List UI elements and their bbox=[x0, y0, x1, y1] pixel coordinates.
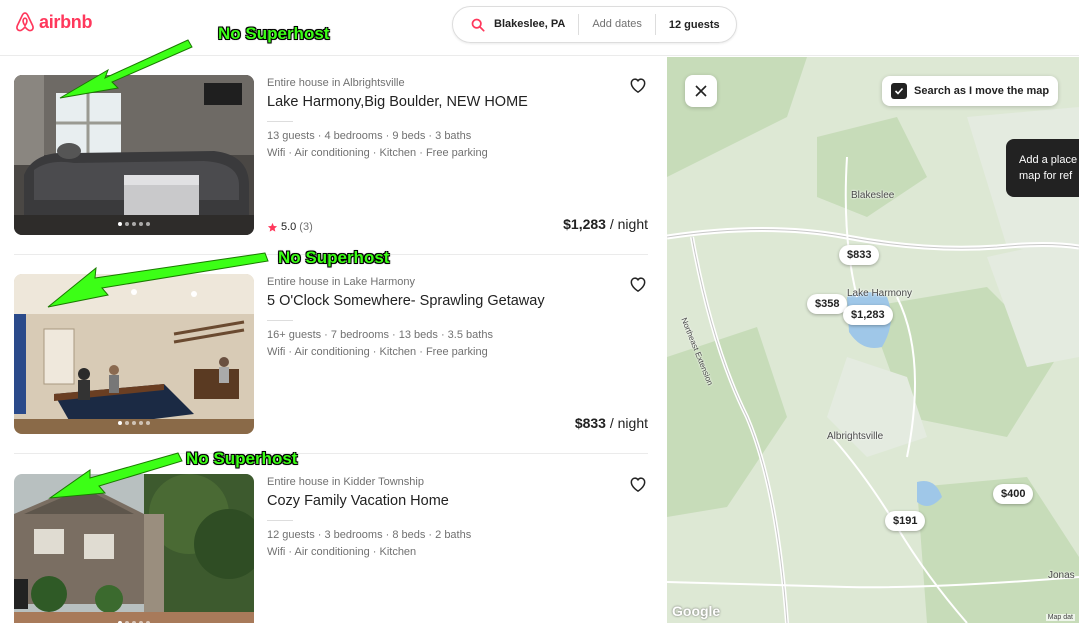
photo-carousel-dots[interactable] bbox=[14, 421, 254, 425]
tooltip-line: map for ref bbox=[1019, 170, 1073, 182]
map-place-label: Albrightsville bbox=[827, 431, 884, 442]
favorite-heart-icon[interactable] bbox=[628, 474, 648, 494]
listing-amenities: Wifi · Air conditioning · Kitchen · Free… bbox=[267, 346, 488, 358]
listing-photo[interactable] bbox=[14, 75, 254, 235]
search-as-move-toggle[interactable]: Search as I move the map bbox=[882, 76, 1059, 106]
favorite-heart-icon[interactable] bbox=[628, 75, 648, 95]
price-unit: / night bbox=[605, 415, 648, 431]
search-dates[interactable]: Add dates bbox=[579, 14, 656, 35]
review-count: (3) bbox=[299, 221, 313, 233]
listing-photo[interactable] bbox=[14, 474, 254, 623]
listings-panel: Entire house in Albrightsville Lake Harm… bbox=[0, 57, 667, 623]
listing-price: $1,283 / night bbox=[563, 216, 648, 232]
map-price-pin[interactable]: $1,283 bbox=[843, 305, 893, 325]
map-data-attribution[interactable]: Map dat bbox=[1045, 614, 1075, 621]
listing-title[interactable]: 5 O'Clock Somewhere- Sprawling Getaway bbox=[267, 293, 545, 309]
map-place-label: Blakeslee bbox=[851, 190, 895, 201]
search-icon bbox=[471, 18, 485, 32]
map-panel[interactable]: Blakeslee Lake Harmony Albrightsville Jo… bbox=[667, 57, 1079, 623]
map-tooltip: Add a place map for ref bbox=[1006, 139, 1079, 197]
divider bbox=[267, 520, 293, 521]
airbnb-logo[interactable]: airbnb bbox=[14, 10, 93, 34]
map-price-pin[interactable]: $191 bbox=[885, 511, 926, 531]
map-price-pin[interactable]: $358 bbox=[807, 294, 848, 314]
annotation-label: No Superhost bbox=[278, 248, 390, 267]
listing-card[interactable]: Entire house in Lake Harmony 5 O'Clock S… bbox=[14, 274, 648, 454]
listing-price: $833 / night bbox=[575, 415, 648, 431]
listing-title[interactable]: Cozy Family Vacation Home bbox=[267, 493, 449, 509]
map-price-pin[interactable]: $400 bbox=[993, 484, 1034, 504]
tooltip-line: Add a place bbox=[1019, 154, 1078, 166]
map-price-pin[interactable]: $833 bbox=[839, 245, 880, 265]
close-icon bbox=[695, 85, 707, 97]
close-map-button[interactable] bbox=[685, 75, 717, 107]
favorite-heart-icon[interactable] bbox=[628, 274, 648, 294]
listing-card[interactable]: Entire house in Kidder Township Cozy Fam… bbox=[14, 474, 648, 623]
divider bbox=[267, 320, 293, 321]
listing-card[interactable]: Entire house in Albrightsville Lake Harm… bbox=[14, 75, 648, 255]
search-bar[interactable]: Blakeslee, PA Add dates 12 guests bbox=[452, 6, 737, 43]
divider bbox=[267, 121, 293, 122]
logo-text: airbnb bbox=[39, 11, 93, 32]
price-unit: / night bbox=[605, 216, 648, 232]
annotation-label: No Superhost bbox=[218, 24, 330, 43]
listing-title[interactable]: Lake Harmony,Big Boulder, NEW HOME bbox=[267, 94, 528, 110]
search-guests[interactable]: 12 guests bbox=[656, 19, 720, 31]
search-as-move-label: Search as I move the map bbox=[914, 85, 1050, 97]
price-amount: $1,283 bbox=[563, 216, 606, 232]
annotation-label: No Superhost bbox=[186, 449, 298, 468]
listing-details: 16+ guests · 7 bedrooms · 13 beds · 3.5 … bbox=[267, 329, 493, 341]
rating-value: 5.0 bbox=[281, 221, 297, 233]
listing-subtitle: Entire house in Lake Harmony bbox=[267, 276, 415, 288]
price-amount: $833 bbox=[574, 415, 606, 431]
search-location[interactable]: Blakeslee, PA bbox=[494, 14, 580, 35]
listing-photo[interactable] bbox=[14, 274, 254, 434]
photo-carousel-dots[interactable] bbox=[14, 222, 254, 226]
checkbox-checked-icon[interactable] bbox=[891, 83, 907, 99]
listing-amenities: Wifi · Air conditioning · Kitchen bbox=[267, 546, 417, 558]
listing-amenities: Wifi · Air conditioning · Kitchen · Free… bbox=[267, 147, 488, 159]
listing-subtitle: Entire house in Kidder Township bbox=[267, 476, 424, 488]
listing-details: 12 guests · 3 bedrooms · 8 beds · 2 bath… bbox=[267, 529, 472, 541]
listing-details: 13 guests · 4 bedrooms · 9 beds · 3 bath… bbox=[267, 130, 472, 142]
divider bbox=[14, 453, 648, 454]
star-icon bbox=[267, 222, 278, 232]
listing-subtitle: Entire house in Albrightsville bbox=[267, 77, 405, 89]
map-place-label: Lake Harmony bbox=[847, 288, 913, 299]
airbnb-logo-icon bbox=[16, 12, 34, 32]
google-logo: Google bbox=[672, 603, 721, 619]
map-place-label: Jonas bbox=[1048, 570, 1075, 581]
listing-rating: 5.0 (3) bbox=[267, 221, 313, 233]
top-header: airbnb Blakeslee, PA Add dates 12 guests bbox=[0, 0, 1079, 56]
